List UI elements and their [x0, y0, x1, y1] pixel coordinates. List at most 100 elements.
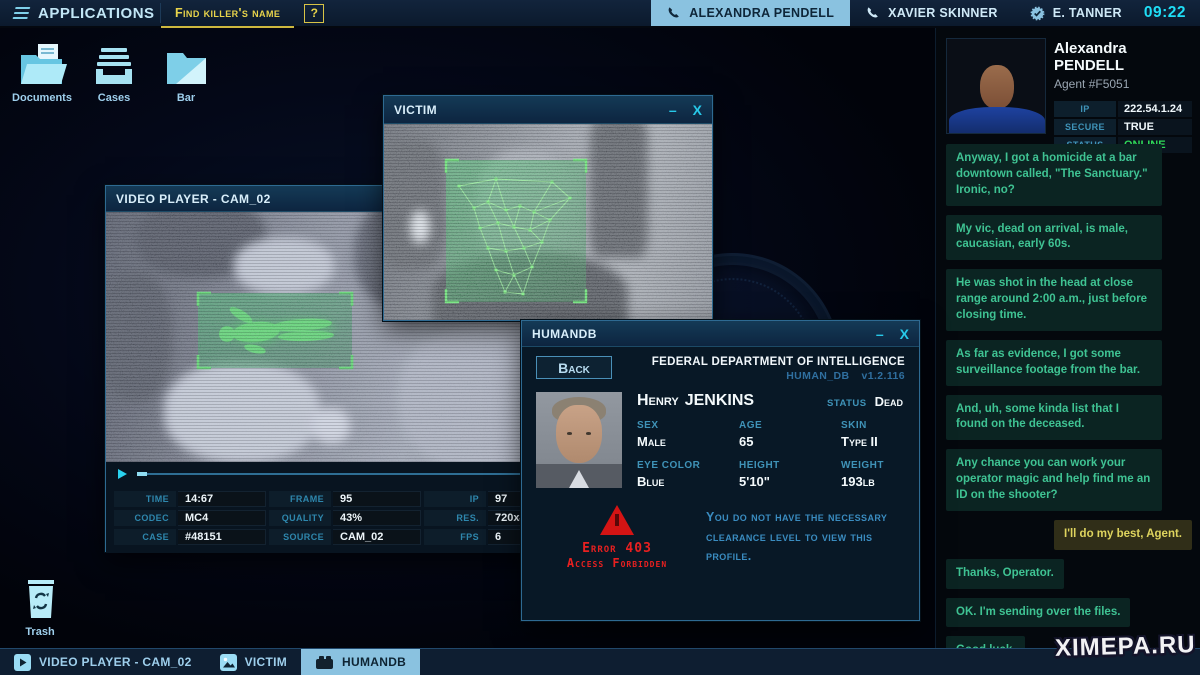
- phone-icon: [668, 7, 680, 18]
- back-button[interactable]: Back: [536, 356, 612, 379]
- contact-tab-label: E. Tanner: [1052, 6, 1122, 20]
- contact-tab-alexandra-pendell[interactable]: Alexandra Pendell: [651, 0, 851, 26]
- access-error: Error 403 Access Forbidden You do not ha…: [536, 505, 905, 570]
- open-folder-icon: [10, 42, 74, 88]
- chat-message: Any chance you can work your operator ma…: [946, 449, 1162, 511]
- meta-label: FPS: [424, 529, 486, 545]
- error-message: You do not have the necessary clearance …: [706, 510, 888, 564]
- seek-bar[interactable]: [137, 472, 572, 476]
- meta-label: Res.: [424, 510, 486, 526]
- window-title: HumanDB: [532, 326, 597, 341]
- meta-label: Quality: [269, 510, 331, 526]
- chat-message-outgoing: I'll do my best, Agent.: [1054, 519, 1192, 550]
- agency-name: Federal Department of Intelligence: [651, 356, 905, 368]
- video-controls: [106, 462, 584, 486]
- desktop-icon-documents[interactable]: Documents: [10, 42, 74, 104]
- desktop-icon-cases[interactable]: Cases: [82, 42, 146, 104]
- chat-message: OK. I'm sending over the files.: [946, 597, 1131, 628]
- database-icon: [316, 655, 334, 669]
- taskbar: Video Player - CAM_02 Victim HumanDB: [0, 648, 1200, 675]
- chat-message: He was shot in the head at close range a…: [946, 269, 1162, 331]
- chat-message: Thanks, Operator.: [946, 558, 1064, 589]
- image-icon: [219, 653, 237, 671]
- meta-label: IP: [424, 491, 486, 507]
- victim-face-image: [384, 124, 712, 320]
- chat-message: My vic, dead on arrival, is male, caucas…: [946, 214, 1162, 261]
- contact-tab-e-tanner[interactable]: E. Tanner: [1014, 0, 1138, 26]
- minimize-button[interactable]: –: [669, 103, 677, 117]
- eye-color-field: Eye color Blue: [637, 460, 701, 489]
- desktop-icon-label: Cases: [97, 92, 131, 104]
- meta-label: Case: [114, 529, 176, 545]
- height-field: Height 5'10": [739, 460, 780, 489]
- meta-value: CAM_02: [333, 529, 421, 545]
- badge-icon: [1030, 6, 1045, 20]
- taskbar-item-humandb[interactable]: HumanDB: [301, 649, 421, 675]
- meta-label: Time: [114, 491, 176, 507]
- meta-value: 95: [333, 491, 421, 507]
- play-icon: [14, 653, 31, 671]
- objective-indicator: Find killer's name: [161, 0, 295, 28]
- site-watermark: XIMEPA.RU: [1055, 631, 1197, 662]
- weight-field: Weight 193lb: [841, 460, 884, 489]
- trash-icon: [8, 576, 72, 622]
- tray-stack-icon: [82, 42, 146, 88]
- contact-sidebar: Alexandra Pendell Agent #F5051 IP 222.54.…: [935, 28, 1200, 667]
- window-title: Victim: [394, 102, 438, 117]
- humandb-titlebar[interactable]: HumanDB – X: [522, 321, 919, 347]
- taskbar-item-label: Victim: [244, 655, 288, 669]
- seek-handle[interactable]: [137, 472, 147, 476]
- hamburger-menu-icon: [12, 4, 31, 22]
- status-label: Status: [827, 398, 867, 409]
- person-profile: Henry Jenkins Status Dead Sex Male Age 65 S…: [536, 392, 905, 491]
- chat-message: As far as evidence, I got some surveilla…: [946, 339, 1162, 386]
- status-field: Status Dead: [827, 394, 903, 409]
- chat-message: And, uh, some kinda list that I found on…: [946, 394, 1162, 441]
- window-victim: Victim – X: [383, 95, 713, 321]
- taskbar-item-label: HumanDB: [342, 655, 407, 669]
- contact-name: Alexandra Pendell: [1054, 40, 1127, 74]
- close-button[interactable]: X: [900, 327, 909, 341]
- info-value: 222.54.1.24: [1118, 101, 1192, 117]
- help-button[interactable]: ?: [304, 3, 325, 23]
- contact-photo: [946, 38, 1046, 134]
- applications-menu-button[interactable]: Applications: [0, 0, 160, 26]
- taskbar-item-victim[interactable]: Victim: [206, 649, 301, 675]
- error-name: Access Forbidden: [566, 556, 668, 570]
- status-value: Dead: [874, 394, 903, 409]
- video-metadata: Time 14:67 Frame 95 IP 97 Codec MC4 Quality 4…: [106, 486, 584, 553]
- desktop-icon-label: Trash: [25, 626, 55, 638]
- contact-tab-label: Alexandra Pendell: [689, 6, 835, 20]
- taskbar-item-label: Video Player - CAM_02: [39, 655, 192, 669]
- contact-tab-xavier-skinner[interactable]: Xavier Skinner: [850, 0, 1014, 26]
- desktop-icon-bar[interactable]: Bar: [154, 42, 218, 104]
- info-label: Secure: [1054, 119, 1116, 135]
- chat-message: Anyway, I got a homicide at a bar downto…: [946, 144, 1162, 206]
- close-button[interactable]: X: [693, 103, 702, 117]
- humandb-content: Back Federal Department of Intelligence …: [522, 347, 919, 620]
- meta-label: Source: [269, 529, 331, 545]
- play-button[interactable]: [118, 469, 127, 479]
- desktop-icon-label: Bar: [176, 92, 196, 104]
- profile-photo: [536, 392, 622, 488]
- app-name: HUMAN_DB: [786, 370, 850, 382]
- contact-tab-label: Xavier Skinner: [888, 6, 998, 20]
- meta-value: #48151: [178, 529, 266, 545]
- meta-label: Frame: [269, 491, 331, 507]
- phone-icon: [867, 7, 878, 18]
- meta-label: Codec: [114, 510, 176, 526]
- desktop-icon-label: Documents: [12, 92, 72, 104]
- taskbar-item-video-player[interactable]: Video Player - CAM_02: [0, 649, 206, 675]
- info-value: TRUE: [1118, 119, 1192, 135]
- minimize-button[interactable]: –: [876, 327, 884, 341]
- contact-card: Alexandra Pendell Agent #F5051 IP 222.54.…: [946, 38, 1192, 155]
- objective-label: Find killer's name: [175, 6, 281, 20]
- folder-icon: [154, 42, 218, 88]
- contact-subtitle: Agent #F5051: [1054, 77, 1130, 91]
- desktop-icon-trash[interactable]: Trash: [8, 576, 72, 638]
- meta-value: 14:67: [178, 491, 266, 507]
- chat-log: Anyway, I got a homicide at a bar downto…: [946, 144, 1192, 667]
- skin-field: Skin Type II: [841, 420, 878, 449]
- victim-titlebar[interactable]: Victim – X: [384, 96, 712, 124]
- age-field: Age 65: [739, 420, 763, 449]
